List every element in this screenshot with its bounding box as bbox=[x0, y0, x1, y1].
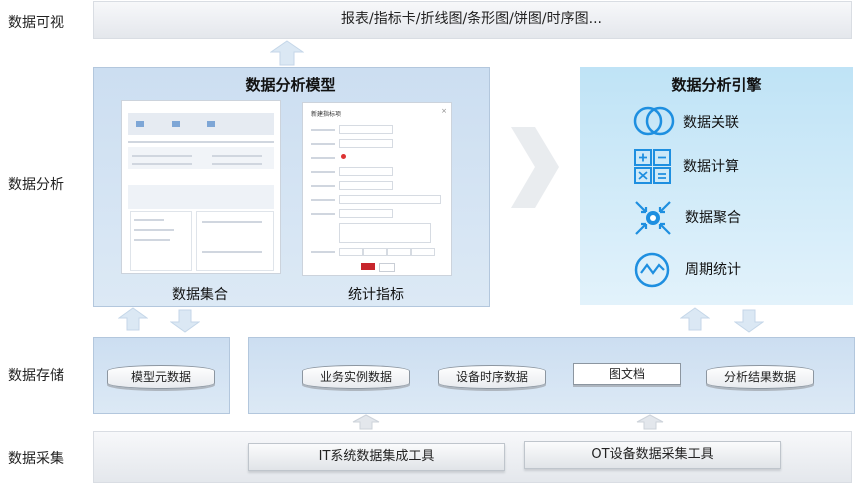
indicator-caption: 统计指标 bbox=[348, 287, 404, 303]
device-timeseries-store: 设备时序数据 bbox=[438, 365, 546, 389]
dataset-screenshot bbox=[121, 100, 281, 274]
it-integration-tool: IT系统数据集成工具 bbox=[248, 443, 505, 471]
analysis-engine-title: 数据分析引擎 bbox=[671, 76, 762, 94]
ot-collection-tool: OT设备数据采集工具 bbox=[524, 441, 781, 469]
cancel-button[interactable] bbox=[379, 263, 395, 272]
wave-icon bbox=[634, 252, 670, 288]
aggregate-icon bbox=[635, 201, 671, 235]
document-store: 图文档 bbox=[573, 363, 681, 385]
confirm-button[interactable] bbox=[361, 263, 375, 270]
layer-label-analysis: 数据分析 bbox=[8, 177, 64, 193]
up-arrow-icon bbox=[636, 414, 664, 430]
down-arrow-icon bbox=[734, 309, 764, 333]
analysis-model-title: 数据分析模型 bbox=[245, 76, 336, 94]
form-title: 新建指标项 bbox=[311, 111, 342, 118]
layer-label-storage: 数据存储 bbox=[8, 368, 64, 384]
business-instance-store: 业务实例数据 bbox=[302, 365, 410, 389]
visualization-text: 报表/指标卡/折线图/条形图/饼图/时序图... bbox=[341, 11, 602, 27]
layer-label-visualization: 数据可视 bbox=[8, 15, 64, 31]
indicator-form-screenshot: 新建指标项 × bbox=[302, 102, 452, 276]
model-metadata-store: 模型元数据 bbox=[107, 365, 215, 389]
up-arrow-icon bbox=[118, 307, 148, 331]
engine-item-periodic: 周期统计 bbox=[633, 251, 833, 288]
chevron-right-icon bbox=[511, 127, 559, 208]
engine-item-compute: 数据计算 bbox=[633, 148, 833, 184]
calculator-icon bbox=[634, 149, 671, 184]
engine-item-association: 数据关联 bbox=[633, 104, 833, 140]
layer-label-collection: 数据采集 bbox=[8, 451, 64, 467]
down-arrow-icon bbox=[170, 309, 200, 333]
up-arrow-icon bbox=[270, 40, 304, 66]
dataset-caption: 数据集合 bbox=[172, 287, 228, 303]
up-arrow-icon bbox=[352, 414, 380, 430]
up-arrow-icon bbox=[680, 307, 710, 331]
analysis-result-store: 分析结果数据 bbox=[706, 365, 814, 389]
venn-icon bbox=[633, 106, 675, 136]
close-icon: × bbox=[441, 107, 447, 115]
engine-item-aggregate: 数据聚合 bbox=[633, 199, 833, 235]
